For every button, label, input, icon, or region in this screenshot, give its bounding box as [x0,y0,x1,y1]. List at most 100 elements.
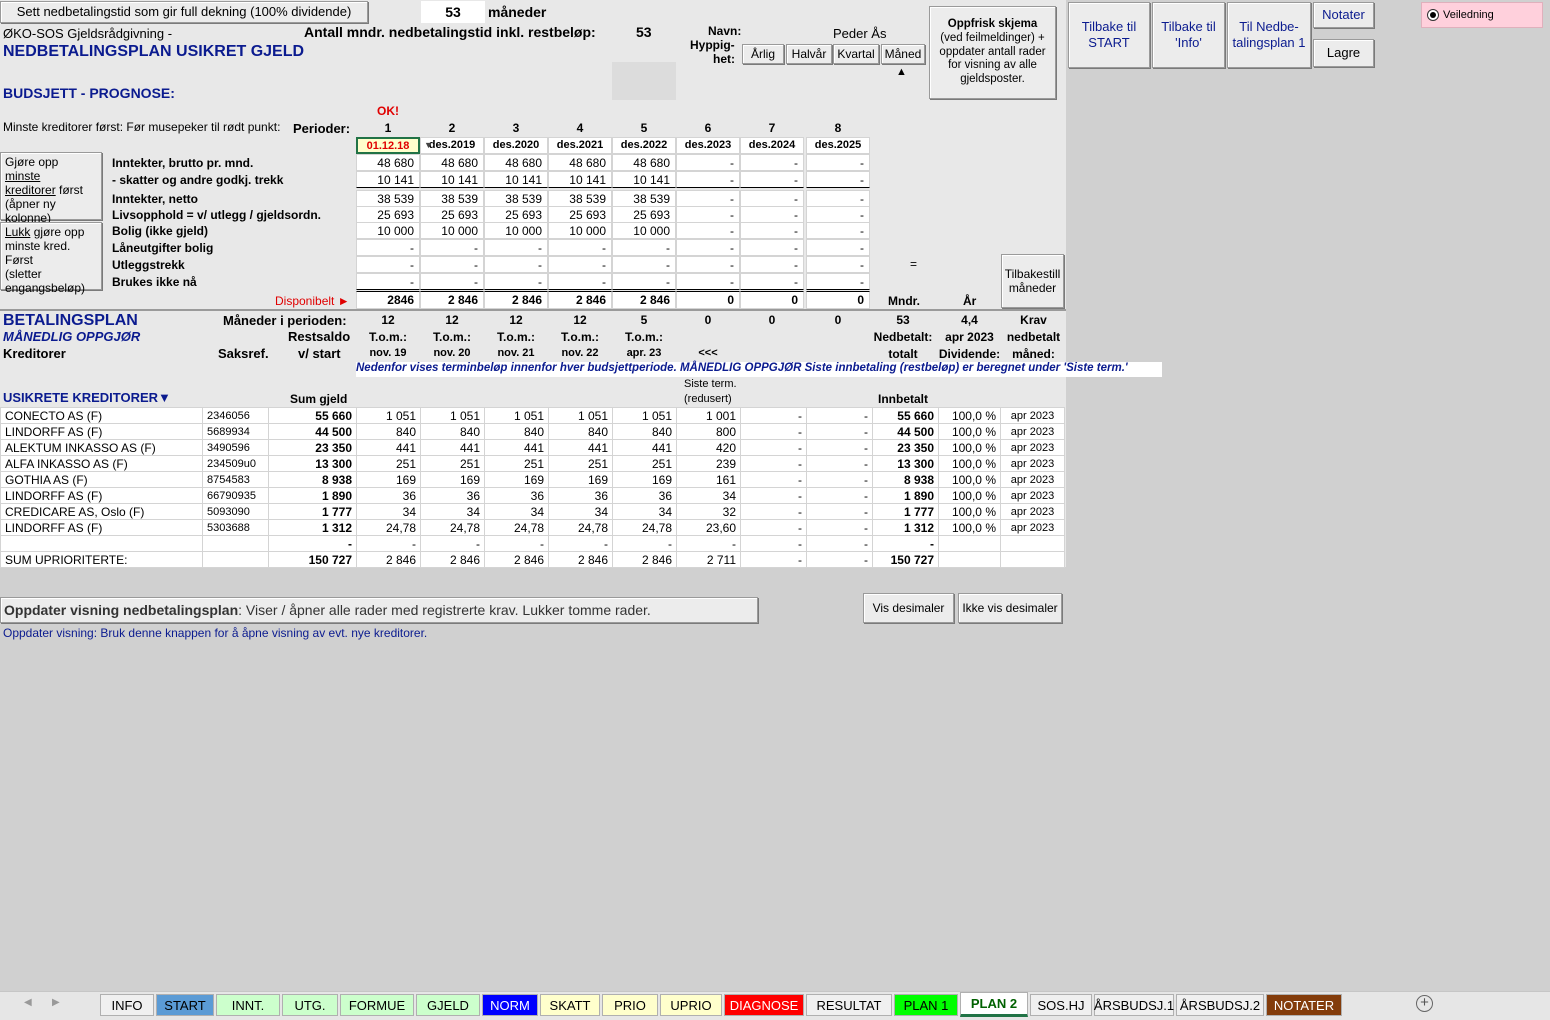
creditor-sum[interactable]: 1 890 [268,487,357,504]
budget-cell[interactable]: 48 680 [612,154,676,171]
budget-cell[interactable]: 25 693 [420,206,484,223]
freq-quarter-button[interactable]: Kvartal [833,44,879,64]
period-payment[interactable]: 2 846 [484,551,549,568]
budget-cell[interactable]: - [740,273,804,290]
period-payment[interactable]: 24,78 [484,519,549,536]
period-payment[interactable]: - [806,439,873,456]
budget-cell[interactable]: - [676,273,740,290]
period-payment[interactable]: - [740,519,807,536]
creditor-ref[interactable]: 234509u0 [202,455,269,472]
period-payment[interactable]: - [676,535,741,552]
period-payment[interactable]: 1 051 [548,407,613,424]
period-payment[interactable]: - [806,503,873,520]
budget-cell[interactable]: - [612,256,676,273]
back-to-info-button[interactable]: Tilbake til 'Info' [1152,2,1225,68]
paid-month[interactable]: apr 2023 [1000,423,1065,440]
period-payment[interactable]: 1 051 [484,407,549,424]
budget-cell[interactable]: - [806,256,870,273]
period-payment[interactable]: - [740,423,807,440]
budget-cell[interactable]: - [356,239,420,256]
creditor-name[interactable]: ALFA INKASSO AS (F) [0,455,203,472]
budget-cell[interactable]: - [806,273,870,290]
period-payment[interactable]: 840 [484,423,549,440]
paid-month[interactable]: apr 2023 [1000,471,1065,488]
budget-cell[interactable]: - [740,171,804,188]
budget-cell[interactable]: 48 680 [420,154,484,171]
budget-cell[interactable]: - [548,273,612,290]
period-payment[interactable]: - [612,535,677,552]
period-payment[interactable]: 1 051 [420,407,485,424]
period-payment[interactable]: 2 711 [676,551,741,568]
budget-cell[interactable]: - [740,239,804,256]
creditor-ref[interactable]: 5689934 [202,423,269,440]
show-decimals-button[interactable]: Vis desimaler [863,593,954,623]
period-payment[interactable]: - [806,551,873,568]
period-payment[interactable]: 36 [484,487,549,504]
period-date-cell[interactable]: des.2021 [548,137,612,154]
budget-cell[interactable]: - [548,256,612,273]
creditor-ref[interactable]: 8754583 [202,471,269,488]
tab-formue[interactable]: FORMUE [340,994,414,1016]
creditor-ref[interactable]: 5093090 [202,503,269,520]
paid-month[interactable]: apr 2023 [1000,519,1065,536]
budget-cell[interactable]: - [676,171,740,188]
dividend[interactable]: 100,0 % [938,407,1001,424]
period-payment[interactable]: 441 [420,439,485,456]
paid-month[interactable]: apr 2023 [1000,487,1065,504]
creditor-name[interactable]: LINDORFF AS (F) [0,519,203,536]
budget-cell[interactable]: - [740,222,804,239]
period-payment[interactable]: 23,60 [676,519,741,536]
tab-skatt[interactable]: SKATT [540,994,600,1016]
budget-cell[interactable]: - [356,273,420,290]
dividend[interactable]: 100,0 % [938,487,1001,504]
period-payment[interactable]: 1 001 [676,407,741,424]
budget-cell[interactable]: - [806,190,870,207]
budget-cell[interactable]: 10 141 [484,171,548,188]
budget-cell[interactable]: - [676,206,740,223]
tab-sos-hj[interactable]: SOS.HJ [1030,994,1092,1016]
budget-cell[interactable]: - [740,190,804,207]
period-payment[interactable]: 24,78 [612,519,677,536]
period-payment[interactable]: 800 [676,423,741,440]
budget-cell[interactable]: 25 693 [356,206,420,223]
creditor-sum[interactable]: 8 938 [268,471,357,488]
budget-cell[interactable]: - [356,256,420,273]
period-payment[interactable]: 36 [356,487,421,504]
period-date-cell[interactable]: des.2023 [676,137,740,154]
budget-cell[interactable]: 10 141 [420,171,484,188]
tab-plan-1[interactable]: PLAN 1 [894,994,958,1016]
to-plan1-button[interactable]: Til Nedbe-talingsplan 1 [1227,2,1311,68]
period-payment[interactable]: - [806,407,873,424]
reset-months-button[interactable]: Tilbakestill måneder [1001,254,1064,308]
freq-halfyear-button[interactable]: Halvår [786,44,832,64]
period-payment[interactable]: - [806,535,873,552]
period-payment[interactable]: 36 [548,487,613,504]
period-payment[interactable]: 441 [484,439,549,456]
creditor-sum[interactable]: 1 777 [268,503,357,520]
period-payment[interactable]: - [356,535,421,552]
period-payment[interactable]: 2 846 [548,551,613,568]
period-payment[interactable]: - [740,503,807,520]
period-payment[interactable]: - [548,535,613,552]
dividend[interactable]: 100,0 % [938,503,1001,520]
period-payment[interactable]: 2 846 [612,551,677,568]
budget-cell[interactable]: - [806,222,870,239]
period-payment[interactable]: - [740,407,807,424]
creditor-ref[interactable] [202,535,269,552]
period-payment[interactable]: - [740,535,807,552]
tab-uprio[interactable]: UPRIO [660,994,722,1016]
dividend[interactable] [938,551,1001,568]
dividend[interactable]: 100,0 % [938,439,1001,456]
budget-cell[interactable]: - [806,171,870,188]
budget-cell[interactable]: - [548,239,612,256]
period-payment[interactable]: 169 [356,471,421,488]
period-payment[interactable]: 1 051 [356,407,421,424]
budget-cell[interactable]: 48 680 [548,154,612,171]
period-payment[interactable]: 441 [612,439,677,456]
dividend[interactable]: 100,0 % [938,423,1001,440]
tab-gjeld[interactable]: GJELD [416,994,480,1016]
paid-total[interactable]: - [872,535,939,552]
period-payment[interactable]: 34 [676,487,741,504]
creditor-sum[interactable]: 1 312 [268,519,357,536]
period-payment[interactable]: 2 846 [356,551,421,568]
